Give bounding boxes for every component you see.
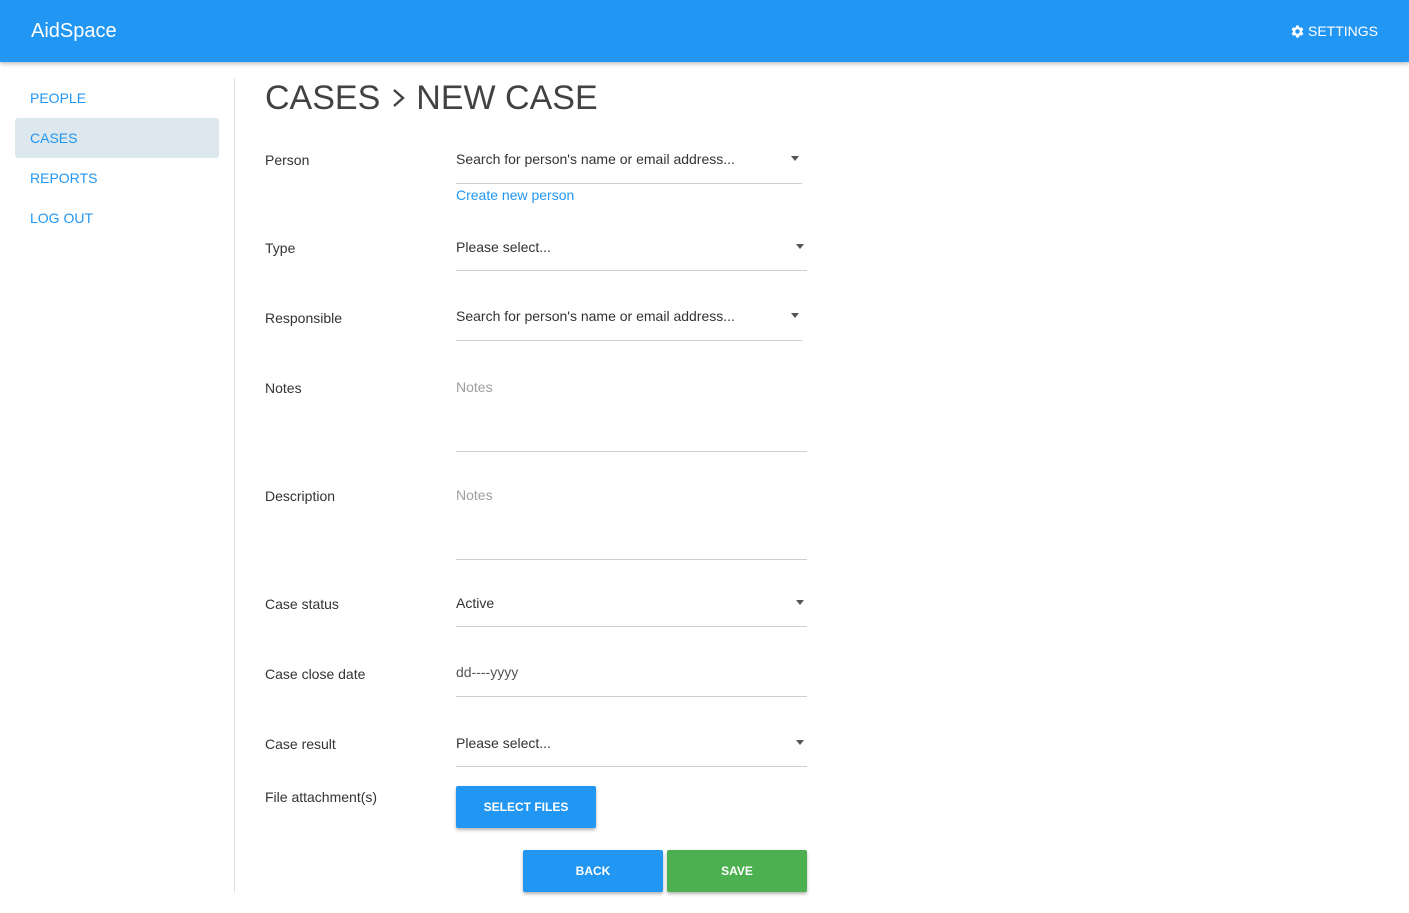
breadcrumb-current: NEW CASE [416,79,598,117]
case-close-date-label: Case close date [265,666,366,682]
description-placeholder: Notes [456,487,493,503]
type-select[interactable]: Please select... [456,238,807,271]
chevron-right-icon [393,89,406,107]
case-close-date-input[interactable]: dd----yyyy [456,663,807,697]
file-attachments-label: File attachment(s) [265,789,378,805]
description-label: Description [265,488,336,504]
responsible-label: Responsible [265,310,343,326]
responsible-placeholder: Search for person's name or email addres… [456,308,735,324]
responsible-select[interactable]: Search for person's name or email addres… [456,307,802,341]
sidebar: PEOPLE CASES REPORTS LOG OUT [0,78,235,893]
dropdown-caret-icon [796,740,804,745]
dropdown-caret-icon [791,156,799,161]
settings-button[interactable]: SETTINGS [1290,22,1378,40]
case-status-value: Active [456,595,495,611]
sidebar-item-reports[interactable]: REPORTS [15,158,219,198]
case-close-date-placeholder: dd----yyyy [456,664,519,680]
app-bar: AidSpace SETTINGS [0,0,1409,62]
create-new-person-link[interactable]: Create new person [456,186,574,204]
dropdown-caret-icon [796,600,804,605]
dropdown-caret-icon [791,313,799,318]
settings-label: SETTINGS [1307,23,1378,39]
app-brand[interactable]: AidSpace [31,19,117,43]
case-result-label: Case result [265,736,336,752]
type-value: Please select... [456,239,551,255]
breadcrumb-parent[interactable]: CASES [265,78,380,118]
notes-textarea[interactable]: Notes [456,378,807,452]
notes-placeholder: Notes [456,379,493,395]
page-title: CASES NEW CASE [265,78,598,118]
dropdown-caret-icon [796,244,804,249]
notes-label: Notes [265,380,302,396]
case-status-select[interactable]: Active [456,594,807,627]
select-files-button[interactable]: SELECT FILES [456,786,596,828]
sidebar-item-log-out[interactable]: LOG OUT [15,198,219,238]
sidebar-item-people[interactable]: PEOPLE [15,78,219,118]
sidebar-item-cases[interactable]: CASES [15,118,219,158]
type-label: Type [265,240,296,256]
person-placeholder: Search for person's name or email addres… [456,151,735,167]
case-result-value: Please select... [456,735,551,751]
case-result-select[interactable]: Please select... [456,734,807,767]
back-button[interactable]: BACK [523,850,663,892]
case-status-label: Case status [265,596,339,612]
person-label: Person [265,152,310,168]
person-select[interactable]: Search for person's name or email addres… [456,150,802,184]
gear-icon [1291,24,1304,37]
save-button[interactable]: SAVE [667,850,807,892]
description-textarea[interactable]: Notes [456,486,807,560]
